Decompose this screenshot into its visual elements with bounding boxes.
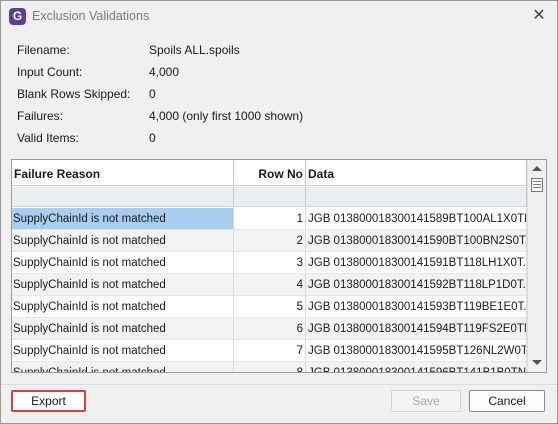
data-cell[interactable]: JGB 013800018300141589BT100AL1X0TN... [306,208,527,230]
data-cell[interactable]: JGB 013800018300141594BT119FS2E0TN... [306,318,527,340]
app-logo-icon: G [9,8,26,25]
data-cell[interactable]: JGB 013800018300141595BT126NL2W0T... [306,340,527,362]
failures-grid[interactable]: Failure Reason Row No Data SupplyChainId… [11,159,547,373]
row-no-cell[interactable]: 1 [234,208,306,230]
scroll-down-arrow-icon[interactable] [532,360,542,365]
window-title: Exclusion Validations [32,9,150,23]
failures-label: Failures: [17,109,64,123]
save-button[interactable]: Save [391,390,461,412]
data-cell[interactable]: JGB 013800018300141592BT118LP1D0T... [306,274,527,296]
blank-rows-value: 0 [149,87,156,101]
data-cell[interactable]: JGB 013800018300141591BT118LH1X0T... [306,252,527,274]
filename-label: Filename: [17,43,70,57]
input-count-label: Input Count: [17,65,83,79]
row-no-cell[interactable]: 6 [234,318,306,340]
row-no-cell[interactable]: 2 [234,230,306,252]
row-no-cell[interactable]: 4 [234,274,306,296]
filter-cell-failure-reason[interactable] [12,187,234,207]
filter-cell-row-no[interactable] [234,187,306,207]
data-cell[interactable]: JGB 013800018300141596BT141B1B0TN... [306,362,527,372]
failure-reason-cell[interactable]: SupplyChainId is not matched [12,230,234,252]
row-no-cell[interactable]: 7 [234,340,306,362]
table-row[interactable]: SupplyChainId is not matched 4 JGB 0138000… [12,274,527,296]
filename-value: Spoils ALL.spoils [149,43,240,57]
input-count-value: 4,000 [149,65,180,79]
filter-cell-data[interactable] [306,187,527,207]
row-no-cell[interactable]: 5 [234,296,306,318]
failure-reason-cell[interactable]: SupplyChainId is not matched [12,274,234,296]
failure-reason-cell[interactable]: SupplyChainId is not matched [12,296,234,318]
vertical-scrollbar[interactable] [527,160,546,372]
row-no-cell[interactable]: 3 [234,252,306,274]
data-cell[interactable]: JGB 013800018300141590BT100BN2S0T... [306,230,527,252]
data-cell[interactable]: JGB 013800018300141593BT119BE1E0T... [306,296,527,318]
table-row[interactable]: SupplyChainId is not matched 1 JGB 0138000… [12,208,527,230]
valid-items-label: Valid Items: [17,131,79,145]
table-row[interactable]: SupplyChainId is not matched 3 JGB 0138000… [12,252,527,274]
failure-reason-cell[interactable]: SupplyChainId is not matched [12,208,234,230]
export-button[interactable]: Export [11,390,86,412]
scroll-thumb[interactable] [531,178,543,192]
failure-reason-cell[interactable]: SupplyChainId is not matched [12,362,234,372]
close-button[interactable]: ✕ [521,1,557,31]
column-header-row-no[interactable]: Row No [234,160,306,186]
table-row[interactable]: SupplyChainId is not matched 5 JGB 0138000… [12,296,527,318]
scroll-up-arrow-icon[interactable] [532,166,542,171]
failure-reason-cell[interactable]: SupplyChainId is not matched [12,340,234,362]
table-row[interactable]: SupplyChainId is not matched 6 JGB 0138000… [12,318,527,340]
failures-value: 4,000 (only first 1000 shown) [149,109,304,123]
valid-items-value: 0 [149,131,156,145]
failure-reason-cell[interactable]: SupplyChainId is not matched [12,252,234,274]
exclusion-validations-dialog: G Exclusion Validations ✕ Filename: Spoi… [0,0,558,424]
footer-divider [1,384,557,385]
table-row[interactable]: SupplyChainId is not matched 8 JGB 0138000… [12,362,527,372]
row-no-cell[interactable]: 8 [234,362,306,372]
table-row[interactable]: SupplyChainId is not matched 7 JGB 0138000… [12,340,527,362]
failure-reason-cell[interactable]: SupplyChainId is not matched [12,318,234,340]
blank-rows-label: Blank Rows Skipped: [17,87,131,101]
table-row[interactable]: SupplyChainId is not matched 2 JGB 0138000… [12,230,527,252]
column-header-data[interactable]: Data [306,160,527,186]
cancel-button[interactable]: Cancel [469,390,545,412]
column-header-failure-reason[interactable]: Failure Reason [12,160,234,186]
title-bar: G Exclusion Validations ✕ [1,1,557,33]
